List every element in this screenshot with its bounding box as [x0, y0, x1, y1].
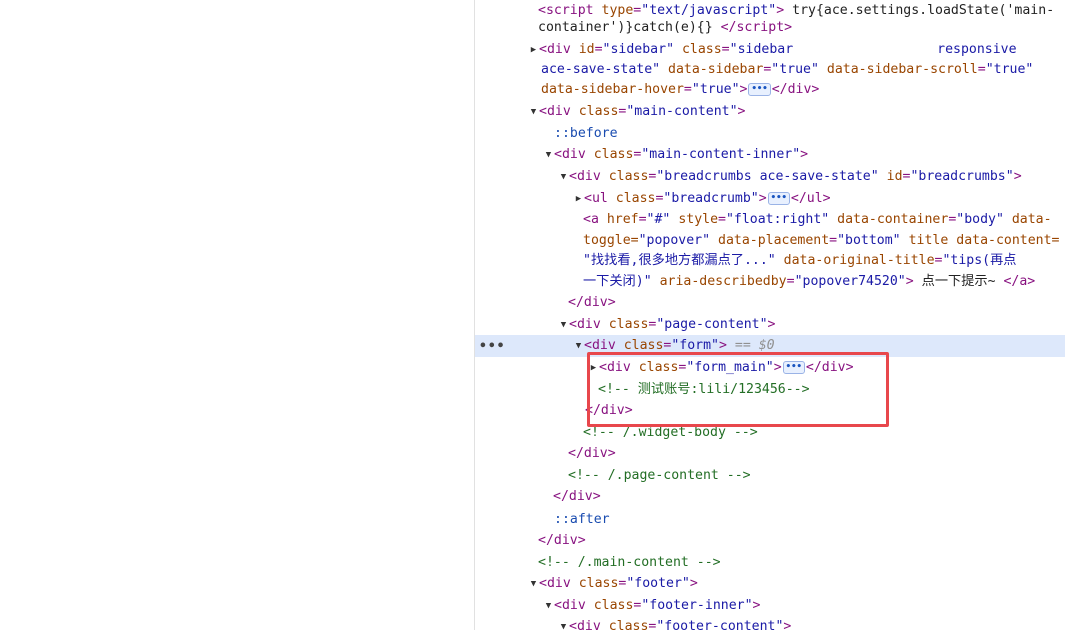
- collapse-triangle-icon[interactable]: ▼: [573, 336, 584, 358]
- attr-value: "true": [691, 82, 740, 97]
- attr-value: responsive: [937, 42, 1017, 57]
- collapse-triangle-icon[interactable]: ▼: [543, 596, 554, 618]
- dom-node-footer[interactable]: ▼ <div class="footer">: [475, 573, 1065, 595]
- attr-value: "true": [771, 62, 819, 77]
- attr-name: title: [908, 233, 949, 248]
- dom-node-anchor-cont: toggle="popover" data-placement="bottom"…: [583, 233, 1060, 248]
- dom-node-anchor[interactable]: <a href="#" style="float:right" data-con…: [475, 209, 1065, 231]
- attr-value: "breadcrumbs": [910, 169, 1014, 184]
- dom-node-script-cont: container')}catch(e){} </script>: [538, 20, 793, 35]
- attr-name: toggle=: [583, 233, 639, 248]
- attr-value: "float:right": [725, 212, 830, 227]
- attr-value: "bottom": [837, 233, 901, 248]
- dom-node-sidebar[interactable]: ▶ <div id="sidebar" class="sidebar respons…: [475, 39, 1065, 61]
- attr-value: "footer": [626, 576, 690, 591]
- close-div: </div>: [568, 295, 616, 310]
- close-div: </div>: [568, 446, 616, 461]
- attr-value: "sidebar: [729, 42, 794, 57]
- dom-node-sidebar-cont: ace-save-state" data-sidebar="true" data…: [541, 62, 1034, 77]
- dom-node-anchor-cont: "找找看,很多地方都漏点了..." data-original-title="t…: [583, 253, 1017, 268]
- ellipsis-badge[interactable]: •••: [748, 82, 771, 96]
- attr-value: "form": [671, 338, 719, 353]
- attr-value: "footer-content": [656, 619, 784, 630]
- ellipsis-badge[interactable]: •••: [767, 191, 790, 205]
- attr-value: "#": [646, 212, 671, 227]
- close-div: </div>: [553, 489, 601, 504]
- attr-value: "true": [985, 62, 1034, 77]
- collapse-triangle-icon[interactable]: ▼: [528, 102, 539, 124]
- attr-value: 一下关闭)": [583, 274, 652, 289]
- attr-value: "text/javascript": [641, 3, 777, 18]
- pseudo-before[interactable]: ::before: [475, 123, 1065, 145]
- dom-node-anchor-cont: 一下关闭)" aria-describedby="popover74520"> …: [583, 274, 1036, 289]
- collapse-triangle-icon[interactable]: ▼: [543, 145, 554, 167]
- page-viewport: [0, 0, 474, 630]
- attr-value: "tips(再点: [942, 253, 1017, 268]
- attr-value: "popover74520": [794, 274, 906, 289]
- dom-node-footer-content[interactable]: ▼ <div class="footer-content">: [475, 616, 1065, 630]
- comment-text: <!-- /.widget-body -->: [583, 425, 758, 440]
- dom-node-footer-inner[interactable]: ▼ <div class="footer-inner">: [475, 595, 1065, 617]
- attr-value: "main-content": [626, 104, 738, 119]
- close-div: </div>: [538, 533, 586, 548]
- pseudo-after[interactable]: ::after: [475, 509, 1065, 531]
- comment-text: <!-- /.main-content -->: [538, 555, 721, 570]
- collapse-triangle-icon[interactable]: ▼: [558, 617, 569, 630]
- attr-value: "sidebar": [602, 42, 675, 57]
- expand-triangle-icon[interactable]: ▶: [573, 189, 584, 211]
- attr-value: "breadcrumb": [663, 191, 759, 206]
- link-text: 点一下提示~: [921, 274, 996, 289]
- node-actions-dots-icon[interactable]: •••: [479, 336, 505, 358]
- dom-node-sidebar-cont: data-sidebar-hover="true"> ••• </div>: [541, 82, 820, 97]
- dom-node-breadcrumb-ul[interactable]: ▶ <ul class="breadcrumb"> ••• </ul>: [475, 188, 1065, 210]
- collapse-triangle-icon[interactable]: ▼: [528, 574, 539, 596]
- selected-marker: == $0: [734, 338, 775, 353]
- dom-node-main-content-inner[interactable]: ▼ <div class="main-content-inner">: [475, 144, 1065, 166]
- attr-name: data-: [1011, 212, 1052, 227]
- attr-value: "breadcrumbs ace-save-state": [656, 169, 879, 184]
- comment-main-content[interactable]: <!-- /.main-content -->: [475, 552, 1065, 574]
- attr-value: "footer-inner": [641, 598, 753, 613]
- dom-node-page-content[interactable]: ▼ <div class="page-content">: [475, 314, 1065, 336]
- collapse-triangle-icon[interactable]: ▼: [558, 315, 569, 337]
- dom-node-main-content[interactable]: ▼ <div class="main-content">: [475, 101, 1065, 123]
- attr-value: "找找看,很多地方都漏点了...": [583, 253, 776, 268]
- attr-value: "body": [956, 212, 1004, 227]
- collapse-triangle-icon[interactable]: ▼: [558, 167, 569, 189]
- attr-value: ace-save-state": [541, 62, 661, 77]
- script-text: try{ace.settings.loadState('main-: [792, 3, 1055, 18]
- annotation-highlight-box: [587, 352, 889, 427]
- elements-dom-tree: <script type="text/javascript"> try{ace.…: [475, 0, 1065, 630]
- attr-value: "page-content": [656, 317, 768, 332]
- comment-page-content[interactable]: <!-- /.page-content -->: [475, 465, 1065, 487]
- script-text: container')}catch(e){}: [538, 20, 713, 35]
- attr-value: "main-content-inner": [641, 147, 801, 162]
- attr-name: data-content=: [956, 233, 1060, 248]
- dom-node-breadcrumbs[interactable]: ▼ <div class="breadcrumbs ace-save-state"…: [475, 166, 1065, 188]
- comment-text: <!-- /.page-content -->: [568, 468, 751, 483]
- attr-value: "popover": [638, 233, 711, 248]
- pseudo-element: ::after: [554, 512, 610, 527]
- pseudo-element: ::before: [554, 126, 618, 141]
